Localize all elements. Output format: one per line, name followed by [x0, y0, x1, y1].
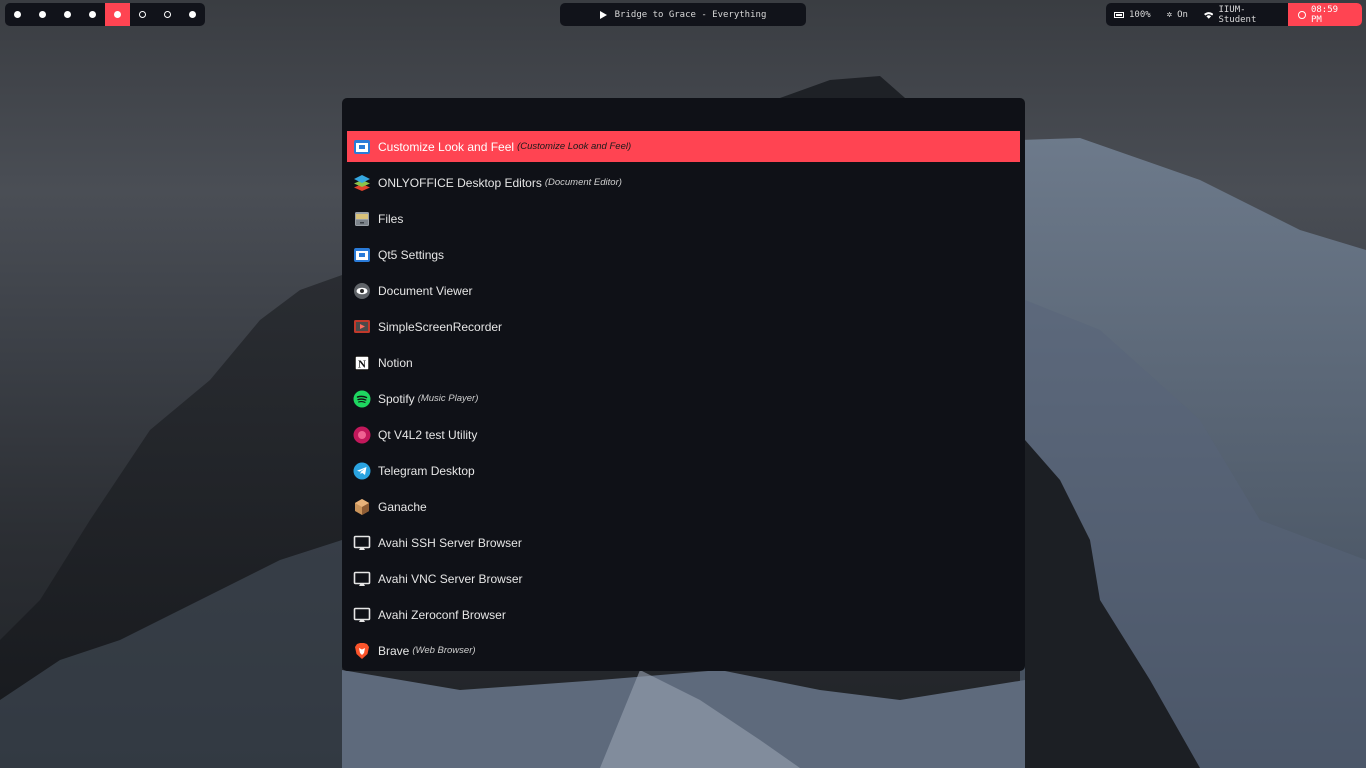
launcher-entry[interactable]: Avahi VNC Server Browser: [347, 563, 1020, 594]
onlyoffice-icon: [353, 174, 371, 192]
notion-icon: N: [353, 354, 371, 372]
wifi-indicator[interactable]: IIUM-Student: [1196, 3, 1288, 26]
launcher-entry-generic-name: (Music Player): [417, 393, 479, 404]
app-launcher: Customize Look and Feel (Customize Look a…: [342, 98, 1025, 671]
workspace-2[interactable]: [30, 3, 55, 26]
launcher-entry-name: Avahi Zeroconf Browser: [378, 607, 506, 622]
launcher-entry[interactable]: Customize Look and Feel (Customize Look a…: [347, 131, 1020, 162]
workspace-dot-icon: [164, 11, 171, 18]
media-widget[interactable]: Bridge to Grace - Everything: [560, 3, 806, 26]
workspace-dot-icon: [64, 11, 71, 18]
clock-time: 08:59 PM: [1310, 4, 1339, 25]
launcher-entry-name: Document Viewer: [378, 283, 473, 298]
launcher-entry-name: Files: [378, 211, 404, 226]
launcher-entry-name: Spotify: [378, 391, 415, 406]
launcher-entry-generic-name: (Document Editor): [544, 177, 622, 188]
monitor-icon: [353, 534, 371, 552]
workspace-6[interactable]: [130, 3, 155, 26]
workspace-5[interactable]: [105, 3, 130, 26]
workspace-7[interactable]: [155, 3, 180, 26]
launcher-entry[interactable]: ONLYOFFICE Desktop Editors (Document Edit…: [347, 167, 1020, 198]
battery-level: 100%: [1129, 9, 1151, 20]
monitor-icon: [353, 570, 371, 588]
bluetooth-icon: ✲: [1166, 9, 1173, 20]
launcher-entry-name: Brave: [378, 643, 410, 658]
workspace-dot-icon: [39, 11, 46, 18]
launcher-entry[interactable]: Document Viewer: [347, 275, 1020, 306]
workspace-4[interactable]: [80, 3, 105, 26]
brave-icon: [353, 642, 371, 660]
clock[interactable]: 08:59 PM: [1288, 3, 1362, 26]
launcher-entry-name: Telegram Desktop: [378, 463, 475, 478]
status-area: 100% ✲ On IIUM-Student 08:59 PM: [1106, 3, 1362, 26]
wifi-icon: [1203, 11, 1214, 19]
launcher-entry[interactable]: Brave (Web Browser): [347, 635, 1020, 666]
launcher-entry[interactable]: Qt V4L2 test Utility: [347, 419, 1020, 450]
eye-icon: [353, 282, 371, 300]
launcher-entry[interactable]: Spotify (Music Player): [347, 383, 1020, 414]
workspace-8[interactable]: [180, 3, 205, 26]
clock-icon: [1298, 10, 1306, 19]
launcher-entry-name: Notion: [378, 355, 413, 370]
spotify-icon: [353, 390, 371, 408]
launcher-entry-generic-name: (Web Browser): [412, 645, 476, 656]
launcher-entry[interactable]: Files: [347, 203, 1020, 234]
workspace-dot-icon: [114, 11, 121, 18]
launcher-entry[interactable]: Avahi Zeroconf Browser: [347, 599, 1020, 630]
webcam-icon: [353, 426, 371, 444]
screen-recorder-icon: [353, 318, 371, 336]
launcher-entry-name: Ganache: [378, 499, 427, 514]
workspace-dot-icon: [139, 11, 146, 18]
launcher-entry[interactable]: Qt5 Settings: [347, 239, 1020, 270]
launcher-search-input[interactable]: [347, 102, 1020, 128]
launcher-entry[interactable]: Avahi SSH Server Browser: [347, 527, 1020, 558]
launcher-entry-name: Avahi SSH Server Browser: [378, 535, 522, 550]
workspace-switcher: [5, 3, 205, 26]
workspace-1[interactable]: [5, 3, 30, 26]
launcher-entry-name: Qt5 Settings: [378, 247, 445, 262]
launcher-entry-name: Qt V4L2 test Utility: [378, 427, 478, 442]
launcher-entry[interactable]: Telegram Desktop: [347, 455, 1020, 486]
workspace-dot-icon: [189, 11, 196, 18]
launcher-entry[interactable]: SimpleScreenRecorder: [347, 311, 1020, 342]
bluetooth-status: On: [1177, 9, 1188, 20]
launcher-entry-generic-name: (Customize Look and Feel): [517, 141, 632, 152]
window-settings-icon: [353, 138, 371, 156]
workspace-dot-icon: [14, 11, 21, 18]
monitor-icon: [353, 606, 371, 624]
play-icon[interactable]: [599, 10, 607, 19]
wifi-network: IIUM-Student: [1218, 4, 1257, 25]
workspace-dot-icon: [89, 11, 96, 18]
launcher-entry-name: Avahi VNC Server Browser: [378, 571, 523, 586]
svg-text:N: N: [358, 358, 366, 370]
bluetooth-indicator[interactable]: ✲ On: [1159, 3, 1196, 26]
launcher-entry[interactable]: Ganache: [347, 491, 1020, 522]
launcher-entry[interactable]: N Notion: [347, 347, 1020, 378]
launcher-entry-name: Customize Look and Feel: [378, 139, 515, 154]
workspace-3[interactable]: [55, 3, 80, 26]
battery-indicator[interactable]: 100%: [1106, 3, 1159, 26]
battery-icon: [1114, 11, 1124, 18]
telegram-icon: [353, 462, 371, 480]
launcher-entry-name: ONLYOFFICE Desktop Editors: [378, 175, 542, 190]
window-settings-icon: [353, 246, 371, 264]
file-cabinet-icon: [353, 210, 371, 228]
ganache-icon: [353, 498, 371, 516]
launcher-entry-name: SimpleScreenRecorder: [378, 319, 503, 334]
media-title: Bridge to Grace - Everything: [614, 9, 767, 20]
